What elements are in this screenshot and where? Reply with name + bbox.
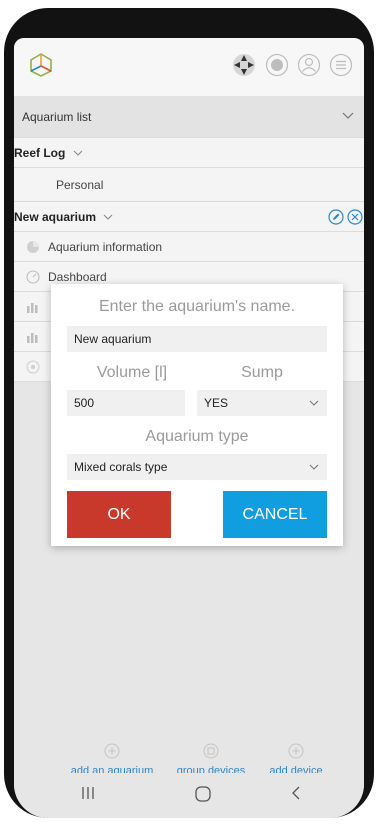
bar-chart-icon	[27, 302, 38, 313]
add-device-button[interactable]: add device	[246, 743, 346, 777]
sidebar-item-personal[interactable]: Personal	[14, 168, 364, 202]
app-screen: Aquarium list Reef Log Personal New aqua…	[14, 38, 364, 818]
plus-circle-icon	[104, 743, 120, 759]
aquarium-list-dropdown[interactable]: Aquarium list	[14, 96, 364, 138]
type-value: Mixed corals type	[74, 460, 168, 474]
personal-label: Personal	[56, 177, 104, 192]
chevron-down-icon	[309, 464, 319, 470]
cancel-button[interactable]: CANCEL	[223, 491, 327, 538]
name-title: Enter the aquarium's name.	[98, 298, 296, 315]
aquarium-type-select[interactable]: Mixed corals type	[67, 454, 327, 480]
move-icon[interactable]	[232, 53, 256, 77]
add-aquarium-button[interactable]: add an aquarium	[62, 743, 162, 777]
volume-label: Volume [l]	[96, 364, 168, 381]
menu-icon[interactable]	[329, 53, 353, 77]
aquarium-list-label: Aquarium list	[22, 109, 92, 124]
menu-item-label: Dashboard	[48, 269, 107, 284]
chevron-down-icon	[103, 214, 113, 221]
info-pie-icon	[27, 240, 39, 253]
chevron-down-icon	[342, 112, 354, 119]
settings-icon	[26, 359, 40, 374]
group-devices-icon	[203, 743, 219, 759]
group-reef-log[interactable]: Reef Log	[14, 138, 364, 168]
back-icon[interactable]	[290, 785, 302, 801]
sump-label: Sump	[241, 364, 283, 381]
aquarium-label: New aquarium	[14, 209, 97, 224]
sump-select[interactable]: YES	[197, 390, 327, 416]
gauge-icon	[26, 269, 40, 284]
logo-icon[interactable]	[28, 52, 54, 78]
type-label: Aquarium type	[145, 428, 249, 445]
plus-circle-icon	[288, 743, 304, 759]
app-header	[14, 38, 364, 96]
menu-item-label: Aquarium information	[48, 239, 163, 254]
aquarium-item-new[interactable]: New aquarium	[14, 202, 364, 232]
home-icon[interactable]	[194, 785, 212, 803]
close-icon[interactable]	[347, 209, 363, 225]
aquarium-name-input[interactable]: New aquarium	[67, 326, 327, 352]
sump-value: YES	[204, 396, 229, 410]
menu-item-aquarium-info[interactable]: Aquarium information	[14, 232, 364, 262]
globe-icon[interactable]	[265, 53, 289, 77]
edit-icon[interactable]	[328, 209, 344, 225]
ok-button[interactable]: OK	[67, 491, 171, 538]
create-aquarium-dialog: Enter the aquarium's name. New aquarium …	[51, 284, 343, 546]
group-label: Reef Log	[14, 145, 66, 160]
phone-frame: Aquarium list Reef Log Personal New aqua…	[4, 8, 374, 818]
chevron-down-icon	[73, 150, 83, 157]
volume-input[interactable]: 500	[67, 390, 185, 416]
recents-icon[interactable]	[80, 785, 96, 801]
bar-chart-icon	[27, 332, 38, 343]
android-nav-bar	[14, 773, 364, 818]
user-icon[interactable]	[297, 53, 321, 77]
chevron-down-icon	[309, 400, 319, 406]
